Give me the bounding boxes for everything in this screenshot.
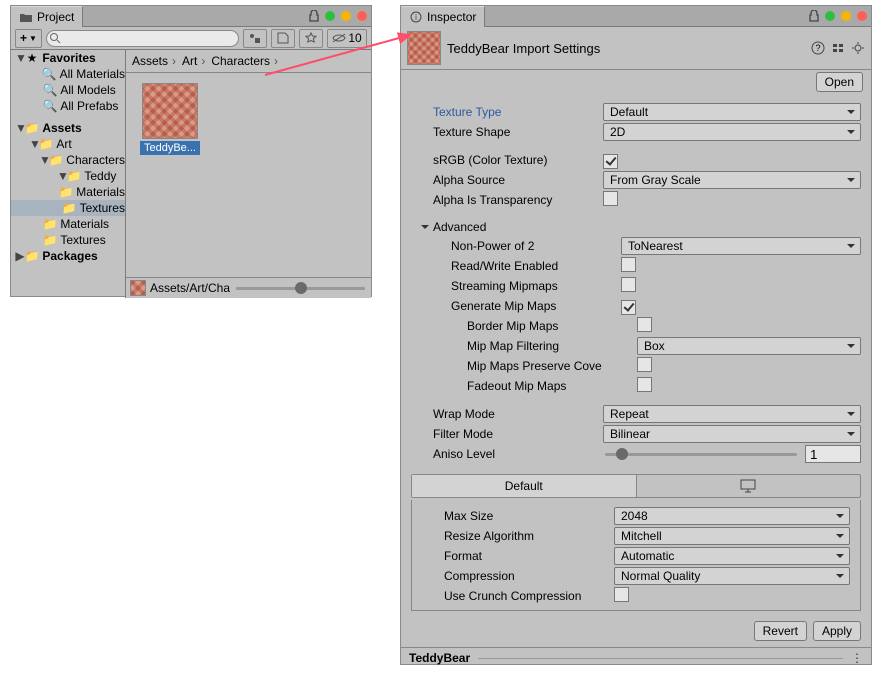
breadcrumb[interactable]: Assets› Art› Characters›	[126, 50, 371, 73]
search-input[interactable]	[46, 30, 239, 47]
folder-icon: 📁	[25, 249, 39, 263]
folder-icon: 📁	[25, 121, 39, 135]
folder-icon: 📁	[67, 169, 81, 183]
lock-icon[interactable]	[309, 10, 319, 22]
texture-type-dropdown[interactable]: Default	[603, 103, 861, 121]
folder-icon: 📁	[43, 233, 57, 247]
help-icon[interactable]: ?	[811, 41, 825, 55]
window-min-icon[interactable]	[325, 11, 335, 21]
page-title: TeddyBear Import Settings	[447, 41, 600, 56]
folder-icon: 📁	[59, 185, 73, 199]
footer-path: Assets/Art/Cha	[150, 281, 230, 295]
lock-icon[interactable]	[809, 10, 819, 22]
filter-type-button[interactable]	[243, 29, 267, 48]
folder-icon: 📁	[43, 217, 57, 231]
fadeout-checkbox[interactable]	[637, 377, 652, 392]
tab-label: Inspector	[427, 10, 476, 24]
folder-icon: 📁	[62, 201, 76, 215]
svg-text:?: ?	[815, 43, 820, 53]
hidden-count: 10	[348, 31, 361, 45]
advanced-foldout[interactable]: Advanced	[411, 216, 861, 236]
asset-preview-icon	[407, 31, 441, 65]
search-icon: 🔍	[42, 67, 56, 81]
thumbnail-size-slider[interactable]	[236, 287, 365, 290]
menu-icon[interactable]: ⋮	[851, 651, 863, 665]
format-dropdown[interactable]: Automatic	[614, 547, 850, 565]
alpha-transparency-checkbox[interactable]	[603, 191, 618, 206]
window-close-icon[interactable]	[357, 11, 367, 21]
bordermip-checkbox[interactable]	[637, 317, 652, 332]
tab-inspector[interactable]: i Inspector	[401, 6, 485, 27]
favorite-button[interactable]	[299, 29, 323, 48]
create-button[interactable]: +▼	[15, 29, 42, 48]
asset-label: TeddyBe...	[140, 141, 200, 155]
npot-dropdown[interactable]: ToNearest	[621, 237, 861, 255]
resize-dropdown[interactable]: Mitchell	[614, 527, 850, 545]
search-icon: 🔍	[43, 99, 57, 113]
mipfilter-dropdown[interactable]: Box	[637, 337, 861, 355]
window-max-icon[interactable]	[841, 11, 851, 21]
open-button[interactable]: Open	[816, 72, 863, 92]
svg-text:i: i	[415, 13, 417, 22]
aniso-slider[interactable]	[605, 453, 797, 456]
wrap-dropdown[interactable]: Repeat	[603, 405, 861, 423]
hidden-button[interactable]: 10	[327, 29, 367, 48]
window-min-icon[interactable]	[825, 11, 835, 21]
folder-icon: 📁	[49, 153, 63, 167]
filter-label-button[interactable]	[271, 29, 295, 48]
divider	[478, 658, 843, 659]
platform-standalone-tab[interactable]	[636, 475, 861, 497]
texture-shape-dropdown[interactable]: 2D	[603, 123, 861, 141]
crunch-checkbox[interactable]	[614, 587, 629, 602]
alpha-source-dropdown[interactable]: From Gray Scale	[603, 171, 861, 189]
texture-icon	[142, 83, 198, 139]
streaming-checkbox[interactable]	[621, 277, 636, 292]
asset-thumbnail[interactable]: TeddyBe...	[140, 83, 200, 155]
genmip-checkbox[interactable]	[621, 300, 636, 315]
aniso-field[interactable]	[805, 445, 861, 463]
mippreserve-checkbox[interactable]	[637, 357, 652, 372]
tab-project[interactable]: Project	[11, 6, 83, 27]
srgb-checkbox[interactable]	[603, 154, 618, 169]
apply-button[interactable]: Apply	[813, 621, 861, 641]
texture-icon	[130, 280, 146, 296]
info-icon: i	[409, 11, 423, 23]
window-max-icon[interactable]	[341, 11, 351, 21]
compression-dropdown[interactable]: Normal Quality	[614, 567, 850, 585]
filter-dropdown[interactable]: Bilinear	[603, 425, 861, 443]
maxsize-dropdown[interactable]: 2048	[614, 507, 850, 525]
folder-icon: 📁	[39, 137, 53, 151]
project-tree[interactable]: ▼★ Favorites 🔍 All Materials 🔍 All Model…	[11, 50, 126, 298]
search-icon: 🔍	[43, 83, 57, 97]
preset-icon[interactable]	[831, 41, 845, 55]
preview-header[interactable]: TeddyBear ⋮	[401, 647, 871, 668]
monitor-icon	[740, 479, 756, 493]
gear-icon[interactable]	[851, 41, 865, 55]
readwrite-checkbox[interactable]	[621, 257, 636, 272]
window-close-icon[interactable]	[857, 11, 867, 21]
folder-icon	[19, 12, 33, 22]
search-icon	[49, 32, 61, 44]
tab-label: Project	[37, 10, 74, 24]
texture-type-label: Texture Type	[411, 105, 603, 119]
revert-button[interactable]: Revert	[754, 621, 807, 641]
platform-default-tab[interactable]: Default	[412, 475, 636, 497]
star-icon: ★	[25, 51, 39, 65]
